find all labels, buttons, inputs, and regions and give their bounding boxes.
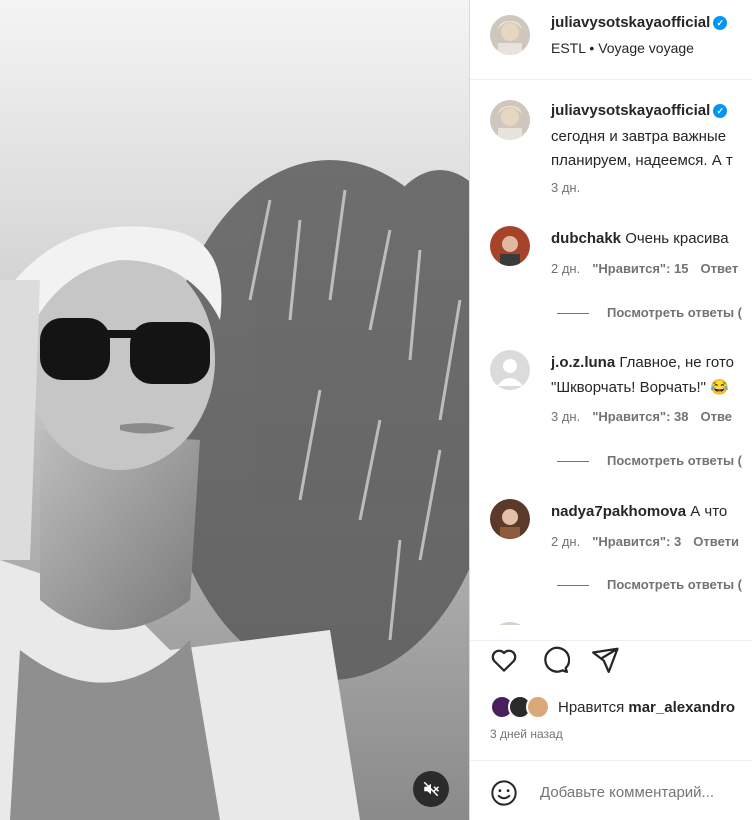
comment-time[interactable]: 3 дн. (551, 409, 580, 424)
mute-button[interactable] (413, 771, 449, 807)
view-replies-button[interactable]: Посмотреть ответы ( (557, 577, 742, 592)
post-side-panel: juliavysotskayaofficial ✓ ESTL • Voyage v… (469, 0, 752, 820)
likes-row[interactable]: Нравится mar_alexandro (470, 695, 752, 721)
comment-likes[interactable]: "Нравится": 3 (592, 534, 681, 549)
comment-avatar[interactable] (490, 622, 530, 625)
comment-text: j.o.z.luna Главное, не гото (551, 354, 734, 371)
post-photo (0, 0, 469, 820)
comment-input[interactable] (540, 784, 750, 801)
comment-likes[interactable]: "Нравится": 38 (592, 409, 688, 424)
smiley-icon[interactable] (490, 779, 518, 807)
author-avatar[interactable] (490, 15, 530, 55)
audio-info[interactable]: ESTL • Voyage voyage (551, 40, 694, 56)
likes-text[interactable]: Нравится mar_alexandro (558, 699, 735, 716)
divider (557, 313, 589, 315)
comment-avatar[interactable] (490, 350, 530, 390)
view-replies-button[interactable]: Посмотреть ответы ( (557, 453, 742, 468)
divider (557, 461, 589, 463)
comment-meta: 2 дн. "Нравится": 3 Ответи (551, 534, 751, 549)
verified-badge-icon: ✓ (713, 104, 728, 119)
post-header: juliavysotskayaofficial ✓ ESTL • Voyage v… (470, 0, 752, 80)
caption-text-line: сегодня и завтра важные (551, 128, 727, 145)
divider (557, 585, 589, 587)
post-actions (470, 640, 752, 680)
caption-text-line: планируем, надеемся. А т (551, 152, 733, 169)
reply-button[interactable]: Ответи (693, 534, 739, 549)
comment-time[interactable]: 2 дн. (551, 261, 580, 276)
liker-username[interactable]: mar_alexandro (628, 699, 735, 716)
post-date[interactable]: 3 дней назад (490, 727, 563, 741)
paper-plane-icon[interactable] (590, 645, 620, 675)
comment-body: Главное, не гото (619, 354, 734, 371)
add-comment-bar (470, 760, 752, 820)
comment-meta: 3 дн. "Нравится": 38 Отве (551, 409, 744, 424)
comment-avatar[interactable] (490, 226, 530, 266)
comment-body: А что (690, 503, 728, 520)
audio-artist[interactable]: ESTL (551, 40, 586, 56)
reply-button[interactable]: Отве (701, 409, 733, 424)
comment-username[interactable]: dubchakk (551, 230, 621, 247)
caption-author[interactable]: juliavysotskayaofficial ✓ (551, 102, 728, 119)
reply-button[interactable]: Ответ (701, 261, 739, 276)
audio-separator: • (589, 40, 595, 56)
author-name[interactable]: juliavysotskayaofficial ✓ (551, 14, 728, 31)
liker-avatar (526, 695, 550, 719)
verified-badge-icon: ✓ (713, 16, 728, 31)
comment-username[interactable]: j.o.z.luna (551, 354, 615, 371)
comment-likes[interactable]: "Нравится": 15 (592, 261, 688, 276)
comment-username[interactable]: nadya7pakhomova (551, 503, 686, 520)
post-media[interactable] (0, 0, 469, 820)
caption-avatar[interactable] (490, 100, 530, 140)
comment-text-line: "Шкворчать! Ворчать!" 😂 (551, 379, 729, 396)
view-replies-button[interactable]: Посмотреть ответы ( (557, 305, 742, 320)
speaker-muted-icon (423, 781, 440, 797)
comment-body: Очень красива (625, 230, 729, 247)
audio-track[interactable]: Voyage voyage (598, 40, 694, 56)
comment-text: nadya7pakhomova А что (551, 503, 727, 520)
comment-meta: 2 дн. "Нравится": 15 Ответ (551, 261, 750, 276)
comments-list[interactable]: juliavysotskayaofficial ✓ сегодня и завтр… (470, 80, 752, 625)
comment-time[interactable]: 2 дн. (551, 534, 580, 549)
heart-icon[interactable] (489, 645, 519, 675)
comment-icon[interactable] (540, 645, 570, 675)
comment-text: dubchakk Очень красива (551, 230, 729, 247)
comment-avatar[interactable] (490, 499, 530, 539)
caption-time[interactable]: 3 дн. (551, 180, 580, 195)
